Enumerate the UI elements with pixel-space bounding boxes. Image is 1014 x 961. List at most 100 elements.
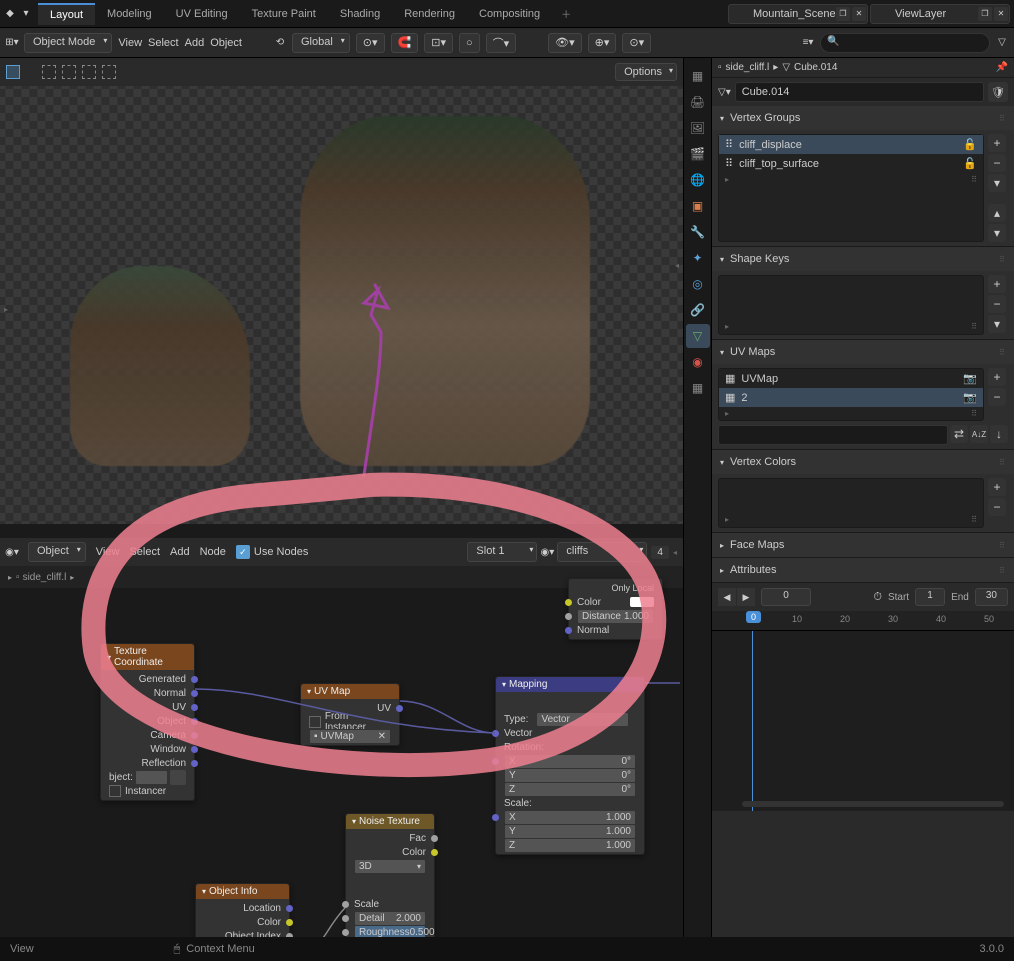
node-menu-add[interactable]: Add [170,546,190,558]
swap-icon[interactable]: ⇄ [950,425,968,443]
chevron-right-icon[interactable]: ▸ [8,573,12,582]
vertex-groups-list[interactable]: ⠿cliff_displace🔓 ⠿cliff_top_surface🔓 ▸⠿ [718,134,984,242]
tab-object-icon[interactable]: ▣ [686,194,710,218]
panel-header-uv-maps[interactable]: UV Maps⠿ [712,340,1014,364]
panel-header-vertex-colors[interactable]: Vertex Colors⠿ [712,450,1014,474]
material-name-field[interactable]: cliffs [557,542,647,562]
remove-button[interactable]: − [988,154,1006,172]
add-button[interactable]: + [988,478,1006,496]
remove-button[interactable]: − [988,498,1006,516]
play-forward-icon[interactable]: ▶ [737,588,755,606]
menu-select[interactable]: Select [148,37,179,49]
node-object-info[interactable]: Object Info Location Color Object Index … [195,883,290,937]
tab-modeling[interactable]: Modeling [95,4,164,24]
expand-left-icon[interactable]: ▸ [4,305,8,314]
add-workspace-icon[interactable]: ＋ [560,8,572,20]
filter-icon[interactable]: ≡▾ [802,37,814,49]
tab-render-icon[interactable]: ▦ [686,64,710,88]
select-mode-2-icon[interactable] [42,65,56,79]
select-mode-3-icon[interactable] [62,65,76,79]
node-editor-type-icon[interactable]: ◉▾ [6,546,18,558]
snap-toggle[interactable]: 🧲 [391,33,419,53]
node-menu-node[interactable]: Node [200,546,226,558]
tab-texture-icon[interactable]: ▦ [686,376,710,400]
mode-dropdown[interactable]: Object Mode [24,33,112,53]
material-users[interactable]: 4 [651,546,669,559]
material-slot-dropdown[interactable]: Slot 1 [467,542,537,562]
use-nodes-toggle[interactable]: ✓ Use Nodes [236,545,308,559]
tab-scene-icon[interactable]: 🎬 [686,142,710,166]
node-menu-select[interactable]: Select [129,546,160,558]
menu-object[interactable]: Object [210,37,242,49]
tab-compositing[interactable]: Compositing [467,4,552,24]
remove-button[interactable]: − [988,388,1006,406]
node-canvas[interactable]: Only Local Color Distance1.000 Normal Te… [0,588,683,937]
add-button[interactable]: + [988,275,1006,293]
timeline-ruler[interactable]: 0 10 20 30 40 50 [712,611,1014,631]
list-item[interactable]: ▦UVMap📷 [719,369,983,388]
sort-az-icon[interactable]: A↓Z [970,425,988,443]
expand-right-icon[interactable]: ◂ [675,261,679,270]
specials-button[interactable]: ▾ [988,174,1006,192]
node-mapping[interactable]: Mapping Type:Vector Vector Rotation: X0°… [495,676,645,855]
expand-icon[interactable]: ▸ [725,175,729,184]
snap-increment-icon[interactable]: ⊡▾ [424,33,453,53]
pin-icon[interactable]: 📌 [996,62,1008,73]
tab-material-icon[interactable]: ◉ [686,350,710,374]
scene-close-icon[interactable]: ✕ [852,7,866,21]
tab-rendering[interactable]: Rendering [392,4,467,24]
breadcrumb-object[interactable]: ▫ side_cliff.l [16,572,66,583]
start-frame-field[interactable]: 1 [915,588,945,606]
node-texture-coordinate[interactable]: Texture Coordinate Generated Normal UV O… [100,643,195,801]
node-noise-texture[interactable]: Noise Texture Fac Color 3D▾ Scale Detail… [345,813,435,937]
remove-button[interactable]: − [988,295,1006,313]
end-frame-field[interactable]: 30 [975,588,1008,606]
proportional-icon[interactable]: ○ [459,33,480,53]
search-input[interactable] [845,36,981,51]
orientation-dropdown[interactable]: Global [292,33,350,53]
node-uv-map[interactable]: UV Map UV From Instancer ▪UVMap✕ [300,683,400,746]
node-partial[interactable]: Only Local Color Distance1.000 Normal [568,578,663,640]
tab-texture-paint[interactable]: Texture Paint [240,4,328,24]
gizmo-icon[interactable]: ⊕▾ [588,33,617,53]
tab-uv-editing[interactable]: UV Editing [164,4,240,24]
add-button[interactable]: + [988,134,1006,152]
lock-icon[interactable]: 🔓 [963,157,977,170]
add-button[interactable]: + [988,368,1006,386]
expand-icon[interactable]: ▸ [725,515,729,524]
filter-toggle-icon[interactable]: ▽ [996,37,1008,49]
panel-header-face-maps[interactable]: Face Maps⠿ [712,533,1014,557]
tab-mesh-data-icon[interactable]: ▽ [686,324,710,348]
layer-browse-icon[interactable]: ❐ [978,7,992,21]
shape-keys-list[interactable]: ▸⠿ [718,275,984,335]
camera-icon[interactable]: 📷 [963,391,977,404]
uv-maps-list[interactable]: ▦UVMap📷 ▦2📷 ▸⠿ [718,368,984,421]
play-reverse-icon[interactable]: ◀ [718,588,736,606]
panel-header-shape-keys[interactable]: Shape Keys⠿ [712,247,1014,271]
blender-icon[interactable]: ◆ [4,8,16,20]
editor-type-icon[interactable]: ⊞▾ [6,37,18,49]
move-down-button[interactable]: ▾ [988,224,1006,242]
timeline-area[interactable] [712,631,1014,811]
expand-icon[interactable]: ▸ [725,409,729,418]
autokey-icon[interactable]: ⏱ [873,591,882,604]
move-up-button[interactable]: ▴ [988,204,1006,222]
list-item[interactable]: ⠿cliff_displace🔓 [719,135,983,154]
tab-layout[interactable]: Layout [38,3,95,25]
scene-browse-icon[interactable]: ❐ [836,7,850,21]
pivot-icon[interactable]: ⊙▾ [356,33,385,53]
specials-button[interactable]: ▾ [988,315,1006,333]
checkbox-icon[interactable] [309,716,321,728]
tab-shading[interactable]: Shading [328,4,392,24]
menu-view[interactable]: View [118,37,142,49]
tab-particle-icon[interactable]: ✦ [686,246,710,270]
current-frame-field[interactable]: 0 [761,588,811,606]
checkbox-icon[interactable] [109,785,121,797]
file-menu-icon[interactable]: ▾ [20,8,32,20]
panel-header-attributes[interactable]: Attributes⠿ [712,558,1014,582]
select-mode-5-icon[interactable] [102,65,116,79]
sort-down-icon[interactable]: ↓ [990,425,1008,443]
tab-world-icon[interactable]: 🌐 [686,168,710,192]
collapse-right-icon[interactable]: ◂ [673,548,677,557]
tab-constraint-icon[interactable]: 🔗 [686,298,710,322]
